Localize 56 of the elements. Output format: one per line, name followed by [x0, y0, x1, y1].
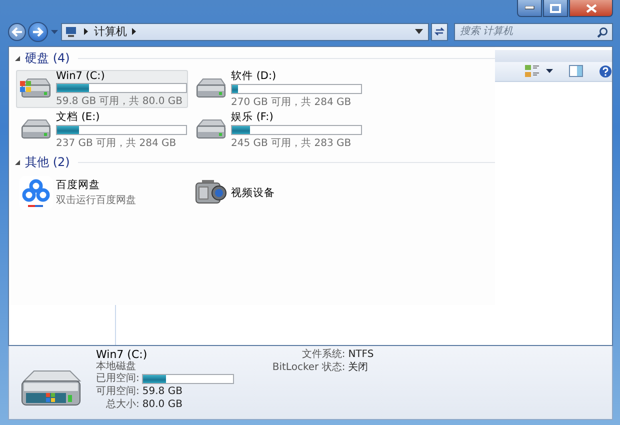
drive-name: Win7 (C:) — [96, 349, 148, 362]
search-field[interactable]: 搜索 计算机 — [454, 22, 613, 41]
refresh-button[interactable] — [431, 22, 448, 41]
item-caption: 245 GB 可用，共 283 GB — [231, 136, 352, 150]
collapse-arrow-icon[interactable] — [14, 158, 21, 166]
device-tile[interactable]: 百度网盘 双击运行百度网盘 — [16, 174, 188, 212]
minimize-icon — [524, 6, 534, 10]
forward-arrow-icon — [32, 26, 44, 37]
dropdown-icon[interactable] — [415, 29, 423, 34]
drive-type: 本地磁盘 — [96, 361, 137, 372]
breadcrumb-arrow-icon[interactable] — [132, 28, 137, 36]
refresh-icon — [434, 26, 445, 38]
maximize-icon — [550, 4, 561, 12]
property-value: 80.0 GB — [142, 399, 182, 412]
device-tile[interactable]: 视频设备 — [191, 174, 363, 212]
address-bar[interactable]: 计算机 — [61, 22, 429, 41]
drive-tile[interactable]: 娱乐 (F:) 245 GB 可用，共 283 GB — [191, 110, 363, 149]
property-label: BitLocker 状态: — [272, 362, 346, 374]
close-icon — [586, 4, 596, 12]
maximize-button[interactable] — [543, 0, 568, 17]
property-label: 已用空间: — [96, 373, 140, 386]
item-caption: 237 GB 可用，共 284 GB — [56, 136, 178, 150]
preview-pane-icon[interactable] — [569, 65, 583, 78]
item-caption: 59.8 GB 可用，共 80.0 GB — [56, 94, 184, 108]
collapse-arrow-icon[interactable] — [14, 54, 21, 62]
property-value: 关闭 — [348, 362, 368, 374]
help-icon[interactable] — [599, 64, 612, 78]
property-value: NTFS — [348, 349, 374, 362]
group-header[interactable]: 其他 (2) — [25, 154, 70, 171]
change-view-icon[interactable] — [524, 64, 540, 78]
forward-button[interactable] — [28, 22, 48, 42]
breadcrumb-item[interactable]: 计算机 — [94, 24, 127, 40]
dropdown-icon[interactable] — [546, 69, 553, 74]
item-name: 视频设备 — [231, 186, 275, 200]
computer-icon — [65, 26, 79, 38]
drive-tile[interactable]: 软件 (D:) 270 GB 可用，共 284 GB — [191, 70, 363, 108]
item-name: 娱乐 (F:) — [231, 110, 274, 124]
item-name: 百度网盘 — [56, 178, 101, 192]
group-header[interactable]: 硬盘 (4) — [25, 50, 70, 67]
property-label: 总大小: — [106, 399, 140, 412]
breadcrumb-arrow-icon[interactable] — [84, 28, 89, 36]
property-label: 可用空间: — [96, 386, 140, 398]
drive-tile[interactable]: Win7 (C:) 59.8 GB 可用，共 80.0 GB — [16, 70, 188, 108]
drive-tile[interactable]: 文档 (E:) 237 GB 可用，共 284 GB — [16, 110, 188, 149]
item-name: 文档 (E:) — [56, 110, 101, 124]
close-button[interactable] — [569, 0, 613, 17]
item-caption: 双击运行百度网盘 — [56, 194, 136, 208]
item-name: Win7 (C:) — [56, 70, 106, 82]
item-caption: 270 GB 可用，共 284 GB — [231, 96, 352, 109]
item-name: 软件 (D:) — [231, 68, 278, 83]
minimize-button[interactable] — [517, 0, 542, 17]
property-label: 文件系统: — [302, 349, 346, 362]
search-icon[interactable] — [597, 26, 608, 38]
property-value: 59.8 GB — [142, 386, 182, 398]
back-arrow-icon — [11, 26, 23, 37]
back-button[interactable] — [8, 22, 26, 41]
